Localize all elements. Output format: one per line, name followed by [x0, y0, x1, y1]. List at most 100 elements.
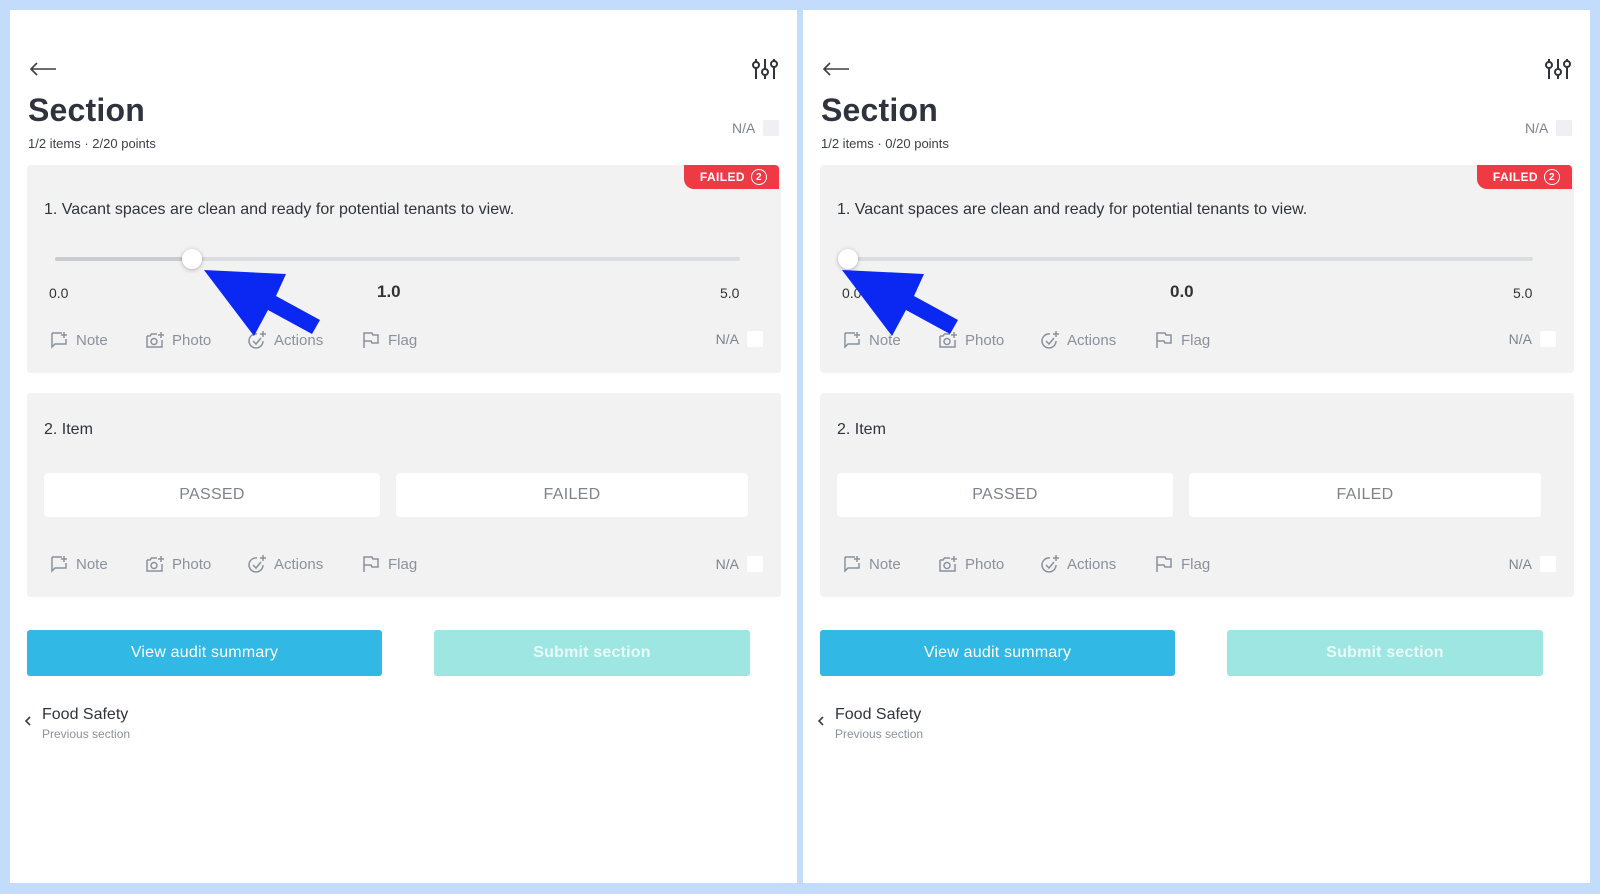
na-label: N/A	[1508, 331, 1532, 347]
section-na-toggle[interactable]: N/A	[732, 120, 780, 136]
na-label: N/A	[715, 556, 739, 572]
photo-button[interactable]: Photo	[938, 554, 1040, 574]
slider-min-label: 0.0	[842, 285, 862, 301]
slider-value: 1.0	[377, 282, 401, 301]
photo-button[interactable]: Photo	[145, 554, 247, 574]
flag-icon	[1156, 556, 1172, 572]
photo-button[interactable]: Photo	[938, 330, 1040, 350]
flag-icon	[1156, 332, 1172, 348]
filter-sliders-icon[interactable]	[748, 52, 782, 86]
note-label: Note	[76, 331, 108, 349]
item-na-toggle[interactable]: N/A	[1509, 331, 1556, 347]
actions-button[interactable]: Actions	[1040, 330, 1154, 350]
note-button[interactable]: Note	[49, 554, 145, 574]
chevron-left-icon	[817, 716, 824, 726]
na-checkbox[interactable]	[747, 331, 763, 347]
submit-section-button[interactable]: Submit section	[1227, 630, 1543, 676]
previous-section-subtitle: Previous section	[42, 727, 131, 741]
photo-icon	[146, 332, 164, 348]
back-arrow-icon[interactable]	[26, 54, 60, 84]
actions-label: Actions	[274, 555, 324, 573]
actions-label: Actions	[1067, 331, 1117, 349]
na-label: N/A	[732, 120, 756, 136]
score-slider[interactable]	[838, 249, 1533, 269]
note-label: Note	[76, 555, 108, 573]
section-progress: 1/2 items · 2/20 points	[28, 136, 156, 151]
flag-label: Flag	[388, 555, 418, 573]
score-slider[interactable]	[55, 249, 740, 269]
na-label: N/A	[715, 331, 739, 347]
na-checkbox[interactable]	[763, 120, 780, 136]
slider-thumb[interactable]	[182, 249, 202, 269]
question-card-2: 2. Item PASSED FAILED Note Photo Actions…	[820, 393, 1574, 597]
failed-count: 2	[751, 169, 767, 185]
flag-button[interactable]: Flag	[1154, 330, 1224, 350]
slider-thumb[interactable]	[838, 249, 858, 269]
passed-button[interactable]: PASSED	[44, 473, 380, 517]
flag-button[interactable]: Flag	[1154, 554, 1224, 574]
view-audit-summary-button[interactable]: View audit summary	[820, 630, 1175, 676]
section-na-toggle[interactable]: N/A	[1525, 120, 1573, 136]
item-actions: Note Photo Actions Flag	[842, 554, 1224, 574]
item-na-toggle[interactable]: N/A	[716, 331, 763, 347]
page-title: Section	[28, 92, 145, 128]
previous-section-title: Food Safety	[835, 706, 922, 723]
actions-button[interactable]: Actions	[1040, 554, 1154, 574]
slider-max-label: 5.0	[1513, 285, 1533, 301]
photo-label: Photo	[172, 555, 212, 573]
back-arrow-icon[interactable]	[819, 54, 853, 84]
photo-label: Photo	[965, 331, 1005, 349]
panel-after: Section 1/2 items · 0/20 points N/A FAIL…	[803, 10, 1590, 883]
note-button[interactable]: Note	[842, 554, 938, 574]
slider-max-label: 5.0	[720, 285, 740, 301]
photo-button[interactable]: Photo	[145, 330, 247, 350]
slider-fill	[55, 257, 192, 261]
na-checkbox[interactable]	[747, 556, 763, 572]
item-na-toggle[interactable]: N/A	[716, 556, 763, 572]
na-label: N/A	[1525, 120, 1549, 136]
question-text: 2. Item	[44, 421, 93, 438]
actions-label: Actions	[274, 331, 324, 349]
failed-button[interactable]: FAILED	[396, 473, 748, 517]
note-label: Note	[869, 331, 901, 349]
actions-icon	[1041, 331, 1059, 349]
item-na-toggle[interactable]: N/A	[1509, 556, 1556, 572]
view-audit-summary-button[interactable]: View audit summary	[27, 630, 382, 676]
note-icon	[844, 556, 860, 573]
actions-label: Actions	[1067, 555, 1117, 573]
flag-button[interactable]: Flag	[361, 330, 431, 350]
flag-icon	[363, 332, 379, 348]
actions-icon	[248, 555, 266, 573]
question-text: 1. Vacant spaces are clean and ready for…	[44, 201, 515, 218]
filter-sliders-icon[interactable]	[1541, 52, 1575, 86]
failed-badge: FAILED 2	[1476, 165, 1572, 189]
question-card-1: FAILED 2 1. Vacant spaces are clean and …	[27, 165, 781, 373]
previous-section-link[interactable]: Food Safety Previous section	[817, 706, 923, 741]
na-checkbox[interactable]	[1540, 556, 1556, 572]
photo-label: Photo	[172, 331, 212, 349]
actions-icon	[248, 331, 266, 349]
page-title: Section	[821, 92, 938, 128]
submit-section-button[interactable]: Submit section	[434, 630, 750, 676]
passed-button[interactable]: PASSED	[837, 473, 1173, 517]
question-text: 1. Vacant spaces are clean and ready for…	[837, 201, 1308, 218]
failed-count: 2	[1544, 169, 1560, 185]
note-button[interactable]: Note	[49, 330, 145, 350]
actions-button[interactable]: Actions	[247, 554, 361, 574]
na-checkbox[interactable]	[1556, 120, 1573, 136]
note-button[interactable]: Note	[842, 330, 938, 350]
flag-button[interactable]: Flag	[361, 554, 431, 574]
previous-section-link[interactable]: Food Safety Previous section	[24, 706, 130, 741]
na-checkbox[interactable]	[1540, 331, 1556, 347]
actions-button[interactable]: Actions	[247, 330, 361, 350]
question-card-2: 2. Item PASSED FAILED Note Photo Actions…	[27, 393, 781, 597]
slider-min-label: 0.0	[49, 285, 69, 301]
note-icon	[844, 332, 860, 349]
note-label: Note	[869, 555, 901, 573]
previous-section-title: Food Safety	[42, 706, 129, 723]
failed-button[interactable]: FAILED	[1189, 473, 1541, 517]
section-progress: 1/2 items · 0/20 points	[821, 136, 949, 151]
photo-icon	[146, 556, 164, 572]
flag-label: Flag	[1181, 331, 1211, 349]
flag-label: Flag	[388, 331, 418, 349]
